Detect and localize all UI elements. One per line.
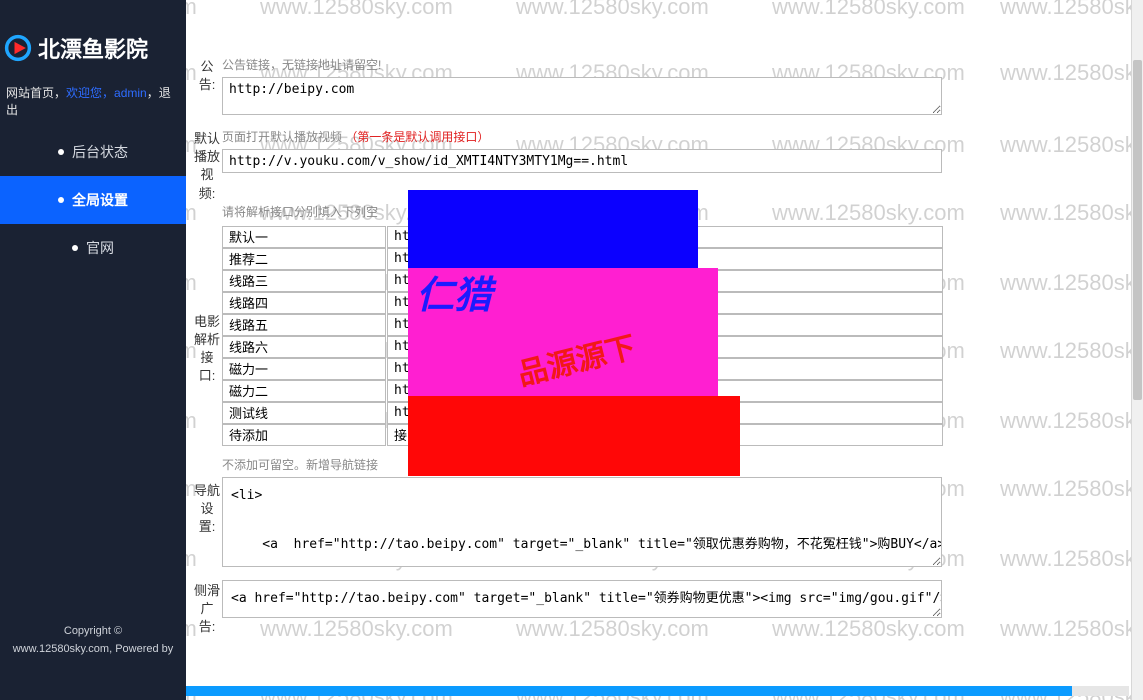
parse-url-input[interactable]	[387, 402, 943, 424]
parse-name-input[interactable]	[222, 402, 386, 424]
parse-row	[222, 402, 1127, 424]
scrollbar-thumb[interactable]	[1133, 60, 1142, 400]
parse-row	[222, 248, 1127, 270]
row-default-play: 默认 播放 视 频: 页面打开默认播放视频 （第一条是默认调用接口）	[192, 128, 1127, 203]
parse-name-input[interactable]	[222, 226, 386, 248]
parse-table	[222, 226, 1127, 446]
sidebar: 网站首页，欢迎您，admin，退出 后台状态 全局设置 官网 Copyright…	[0, 0, 186, 700]
label-notice: 公告:	[192, 56, 222, 94]
parse-name-input[interactable]	[222, 270, 386, 292]
sidebar-item-status[interactable]: 后台状态	[0, 128, 186, 176]
parse-row	[222, 270, 1127, 292]
sidebar-item-label: 全局设置	[72, 190, 128, 210]
breadcrumb: 网站首页，欢迎您，admin，退出	[0, 80, 186, 128]
breadcrumb-user: admin	[114, 86, 147, 100]
bullet-icon	[58, 149, 64, 155]
label-nav: 导航 设 置:	[192, 456, 222, 537]
sidebar-item-official[interactable]: 官网	[0, 224, 186, 272]
parse-url-input[interactable]	[387, 358, 943, 380]
label-parse: 电影 解析 接 口:	[192, 243, 222, 386]
sidebar-item-label: 后台状态	[72, 142, 128, 162]
parse-url-input[interactable]	[387, 292, 943, 314]
parse-url-input[interactable]	[387, 248, 943, 270]
play-logo-icon	[4, 34, 32, 62]
label-side-ad: 侧滑 广 告:	[192, 580, 222, 637]
logo[interactable]: 北漂鱼影院	[0, 28, 186, 68]
sidebar-item-label: 官网	[86, 238, 114, 258]
parse-name-input[interactable]	[222, 380, 386, 402]
sidebar-item-global-settings[interactable]: 全局设置	[0, 176, 186, 224]
parse-row	[222, 226, 1127, 248]
default-play-input[interactable]	[222, 149, 942, 173]
parse-url-input[interactable]	[387, 380, 943, 402]
parse-row	[222, 292, 1127, 314]
parse-name-input[interactable]	[222, 358, 386, 380]
breadcrumb-welcome: 欢迎您，	[66, 86, 114, 100]
parse-row	[222, 380, 1127, 402]
sidebar-footer: Copyright © www.12580sky.com, Powered by	[0, 623, 186, 700]
progress-bar-fill	[186, 686, 1072, 696]
parse-url-input[interactable]	[387, 226, 943, 248]
loading-progress	[186, 686, 1129, 696]
parse-url-input[interactable]	[387, 424, 943, 446]
parse-hint: 请将解析接口分别填入下列空	[222, 203, 1127, 220]
label-default-play: 默认 播放 视 频:	[192, 128, 222, 203]
parse-row	[222, 314, 1127, 336]
vertical-scrollbar[interactable]	[1131, 0, 1143, 700]
parse-url-input[interactable]	[387, 336, 943, 358]
bullet-icon	[58, 197, 64, 203]
row-notice: 公告: 公告链接，无链接地址请留空! http://beipy.com	[192, 56, 1127, 118]
row-side-ad: 侧滑 广 告: <a href="http://tao.beipy.com" t…	[192, 580, 1127, 637]
breadcrumb-home[interactable]: 网站首页	[6, 86, 54, 100]
parse-name-input[interactable]	[222, 292, 386, 314]
logo-text: 北漂鱼影院	[38, 32, 148, 64]
sidebar-nav: 后台状态 全局设置 官网	[0, 128, 186, 272]
parse-name-input[interactable]	[222, 336, 386, 358]
nav-hint: 不添加可留空。新增导航链接	[222, 456, 1127, 473]
bullet-icon	[72, 245, 78, 251]
nav-code-textarea[interactable]: <li> <a href="http://tao.beipy.com" targ…	[222, 477, 942, 567]
parse-url-input[interactable]	[387, 314, 943, 336]
parse-row	[222, 358, 1127, 380]
notice-textarea[interactable]: http://beipy.com	[222, 77, 942, 115]
row-parse-interfaces: 电影 解析 接 口: 请将解析接口分别填入下列空	[192, 243, 1127, 446]
default-play-hint: 页面打开默认播放视频 （第一条是默认调用接口）	[222, 128, 1127, 145]
side-ad-textarea[interactable]: <a href="http://tao.beipy.com" target="_…	[222, 580, 942, 618]
parse-url-input[interactable]	[387, 270, 943, 292]
row-nav-settings: 导航 设 置: 不添加可留空。新增导航链接 <li> <a href="http…	[192, 456, 1127, 570]
main-content: 公告: 公告链接，无链接地址请留空! http://beipy.com 默认 播…	[186, 0, 1143, 700]
notice-hint: 公告链接，无链接地址请留空!	[222, 56, 1127, 73]
parse-name-input[interactable]	[222, 248, 386, 270]
parse-name-input[interactable]	[222, 424, 386, 446]
parse-row	[222, 336, 1127, 358]
parse-name-input[interactable]	[222, 314, 386, 336]
parse-row	[222, 424, 1127, 446]
